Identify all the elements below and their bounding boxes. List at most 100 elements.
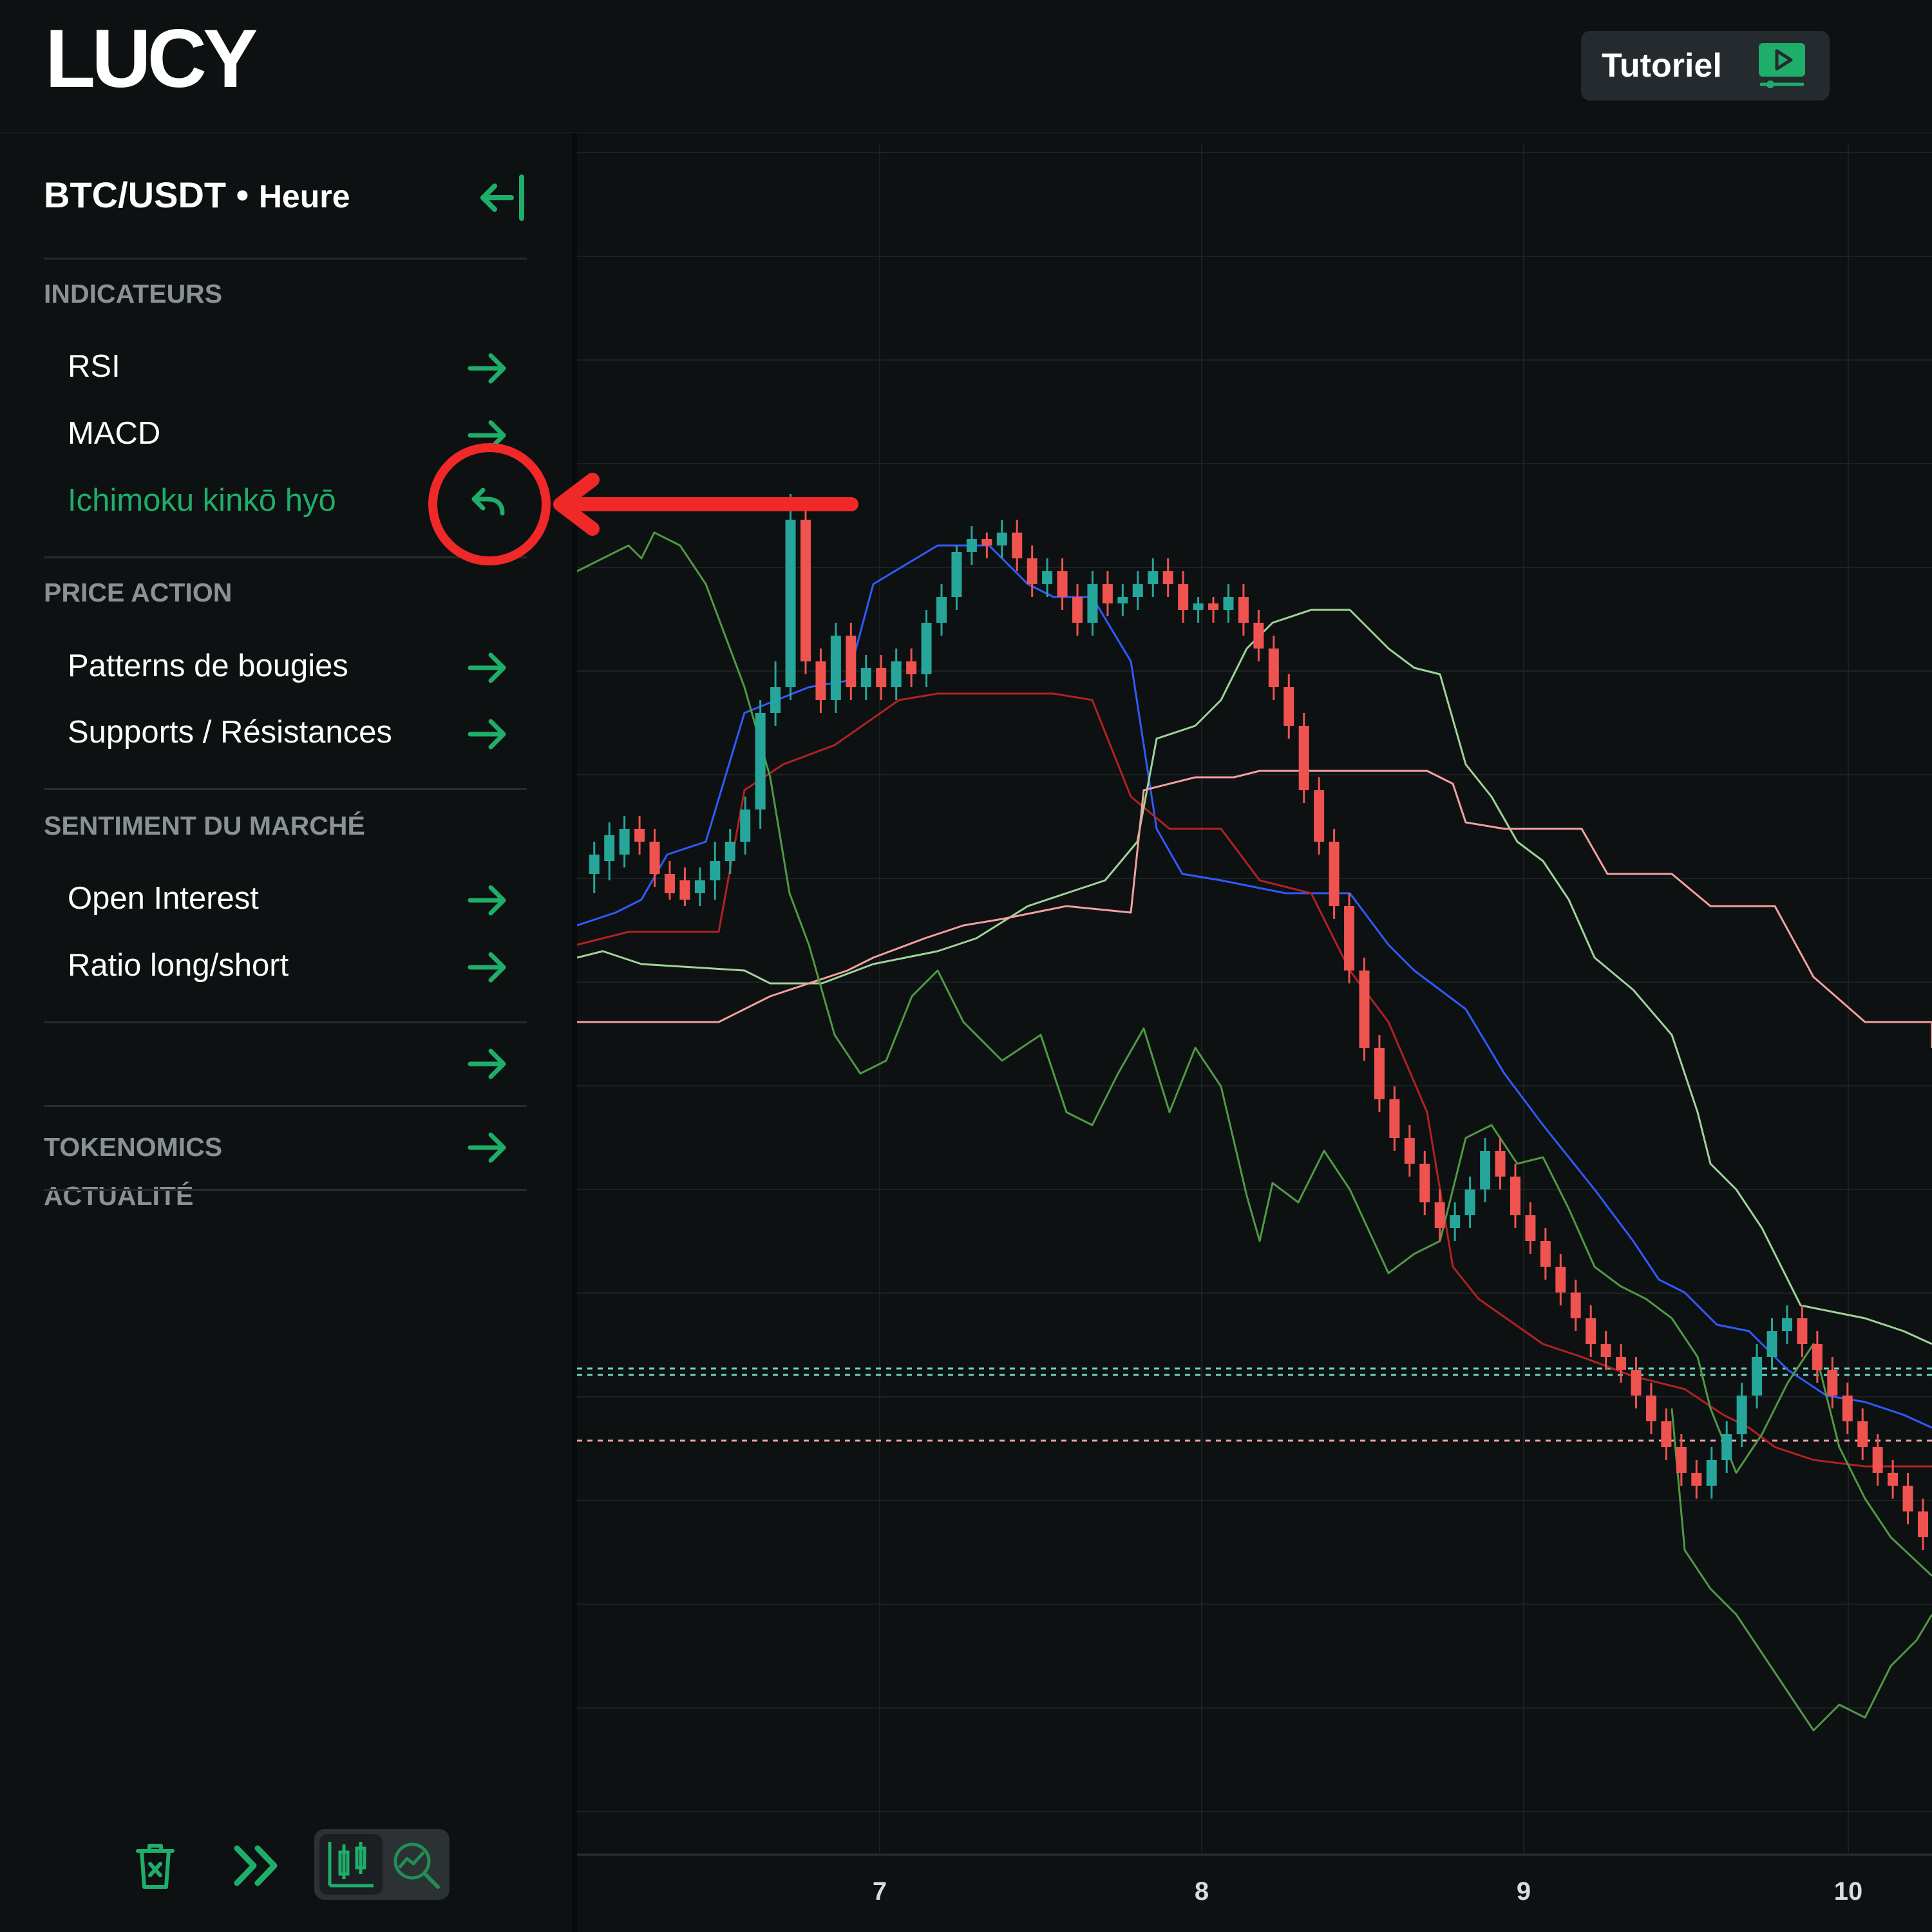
sidebar-item-candle-patterns[interactable]: Patterns de bougies (68, 648, 348, 684)
arrow-right-icon[interactable] (465, 413, 510, 458)
candle-body (1480, 1151, 1491, 1189)
chart-search-icon[interactable] (390, 1838, 442, 1891)
candle-body (1012, 533, 1023, 558)
candle-body (1314, 790, 1325, 842)
candle-body (1721, 1434, 1732, 1460)
price-chart[interactable]: 7 8 9 10 (577, 133, 1932, 1932)
candle-body (1600, 1344, 1611, 1357)
candle-body (1752, 1357, 1763, 1396)
candle-body (1555, 1267, 1566, 1293)
candle-body (1344, 906, 1355, 971)
candle-body (724, 842, 735, 861)
chart-mode-toggle[interactable] (314, 1829, 450, 1900)
candle-body (1359, 971, 1370, 1048)
candle-body (1374, 1048, 1385, 1099)
candle-body (1872, 1447, 1883, 1473)
sidebar: BTC/USDT • Heure INDICATEURS RSI MACD Ic… (0, 133, 577, 1932)
pair-label: BTC/USDT (44, 175, 227, 215)
section-news-title[interactable]: ACTUALITÉ (44, 1181, 193, 1211)
collapse-left-icon[interactable] (477, 172, 528, 223)
chart-canvas[interactable]: 7 8 9 10 (577, 133, 1932, 1932)
candle-body (815, 661, 826, 700)
candle-body (860, 668, 871, 687)
sidebar-item-macd[interactable]: MACD (68, 415, 160, 451)
candle-body (1117, 597, 1128, 603)
candle-body (1857, 1421, 1868, 1447)
candles (589, 494, 1928, 1550)
x-axis: 7 8 9 10 (873, 1877, 1862, 1906)
arrow-right-icon[interactable] (465, 346, 510, 391)
candle-body (1132, 584, 1143, 597)
price-levels (577, 1367, 1932, 1442)
candle-body (1223, 597, 1234, 610)
x-tick-label: 7 (873, 1877, 887, 1906)
arrow-right-icon[interactable] (465, 645, 510, 690)
divider (44, 1105, 527, 1107)
candle-body (1268, 649, 1279, 687)
candle-body (800, 520, 811, 661)
candle-body (710, 861, 721, 880)
candle-body (936, 597, 947, 623)
chart-grid (577, 144, 1932, 1856)
candle-body (770, 687, 781, 713)
candle-body (1812, 1344, 1823, 1370)
candle-body (830, 636, 841, 700)
video-play-icon (1759, 43, 1805, 88)
x-tick-label: 8 (1195, 1877, 1209, 1906)
candle-body (1434, 1202, 1445, 1228)
pair-title: BTC/USDT • Heure (44, 174, 350, 216)
section-tokenomics-title[interactable]: TOKENOMICS (44, 1132, 222, 1162)
candle-body (1162, 571, 1173, 584)
timeframe-label: Heure (258, 178, 350, 214)
candle-body (664, 874, 675, 893)
candle-body (1797, 1318, 1808, 1344)
candle-body (1706, 1460, 1717, 1486)
candle-body (1570, 1293, 1581, 1318)
candle-body (785, 520, 796, 687)
fast-forward-icon[interactable] (232, 1843, 283, 1888)
candle-body (1464, 1189, 1475, 1215)
divider (44, 1021, 527, 1023)
candle-body (1238, 597, 1249, 623)
candle-body (1781, 1318, 1792, 1331)
candle-body (1087, 584, 1098, 623)
candle-body (1766, 1331, 1777, 1357)
candle-body (1329, 842, 1340, 906)
candle-body (906, 661, 917, 674)
candle-body (1178, 584, 1189, 610)
candle-body (846, 636, 857, 687)
sidebar-item-ichimoku[interactable]: Ichimoku kinkō hyō (68, 482, 336, 518)
candle-body (1193, 603, 1204, 610)
trash-icon[interactable] (133, 1842, 178, 1891)
kijun-line (577, 692, 1932, 1468)
candlestick-icon[interactable] (326, 1838, 377, 1891)
candle-body (1827, 1370, 1838, 1396)
x-tick-label: 9 (1517, 1877, 1531, 1906)
candle-body (1404, 1138, 1415, 1164)
app-header: LUCY Tutoriel (0, 0, 1932, 133)
tutorial-button[interactable]: Tutoriel (1581, 31, 1830, 100)
arrow-right-icon[interactable] (465, 878, 510, 923)
sidebar-item-supports-resistances[interactable]: Supports / Résistances (68, 714, 392, 750)
divider (44, 1189, 527, 1191)
candle-body (1902, 1486, 1913, 1511)
sidebar-item-rsi[interactable]: RSI (68, 348, 120, 384)
sidebar-item-open-interest[interactable]: Open Interest (68, 880, 259, 916)
sidebar-item-long-short-ratio[interactable]: Ratio long/short (68, 947, 289, 983)
candle-body (1586, 1318, 1596, 1344)
undo-arrow-icon[interactable] (465, 480, 510, 525)
candle-body (604, 835, 615, 861)
candle-body (1525, 1215, 1536, 1241)
candle-body (649, 842, 660, 874)
divider (44, 788, 527, 790)
arrow-right-icon[interactable] (465, 712, 510, 757)
arrow-right-icon[interactable] (465, 1041, 510, 1086)
arrow-right-icon[interactable] (465, 945, 510, 990)
candle-body (1691, 1473, 1702, 1486)
candle-body (1027, 558, 1037, 584)
candle-body (1631, 1370, 1642, 1396)
candle-body (1918, 1511, 1928, 1537)
candle-body (1208, 603, 1219, 610)
divider (44, 258, 527, 260)
arrow-right-icon[interactable] (465, 1125, 510, 1170)
